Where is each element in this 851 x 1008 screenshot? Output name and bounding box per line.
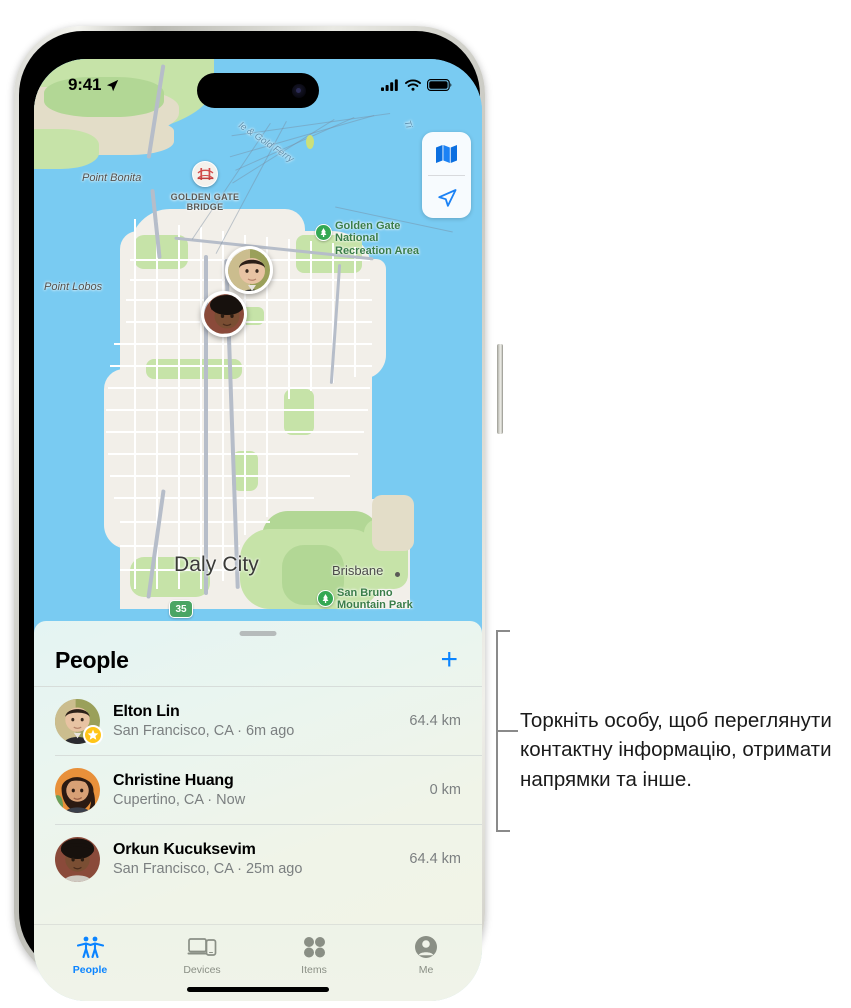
map-label-brisbane: Brisbane	[332, 563, 384, 578]
tab-devices-label: Devices	[183, 964, 221, 976]
page-title: People	[55, 646, 129, 673]
ggnra-park-icon	[315, 224, 332, 241]
avatar	[55, 836, 100, 882]
dynamic-island	[197, 73, 319, 108]
map-label-daly-city: Daly City	[174, 553, 259, 576]
locate-me-button[interactable]	[422, 176, 471, 218]
cellular-bars-icon	[381, 79, 398, 91]
bridge-icon	[197, 167, 213, 180]
person-name: Christine Huang	[113, 772, 234, 789]
tree-icon	[320, 228, 327, 237]
person-distance: 64.4 km	[409, 851, 461, 867]
person-distance: 64.4 km	[409, 713, 461, 729]
power-button[interactable]	[497, 344, 503, 434]
tab-devices[interactable]: Devices	[146, 933, 258, 976]
map-label-san-bruno: San Bruno Mountain Park	[337, 587, 413, 612]
phone-screen: Point Bonita Point Lobos le & Gold Ferry…	[34, 59, 482, 1001]
map-view[interactable]: Point Bonita Point Lobos le & Gold Ferry…	[34, 59, 482, 624]
person-name: Orkun Kucuksevim	[113, 841, 256, 858]
items-icon	[303, 933, 326, 961]
san-bruno-park-icon	[317, 590, 334, 607]
person-info: Orkun Kucuksevim San Francisco, CA · 25m…	[113, 841, 399, 877]
phone-frame: Point Bonita Point Lobos le & Gold Ferry…	[14, 26, 503, 1001]
front-camera	[292, 83, 306, 98]
brisbane-dot	[395, 572, 400, 577]
avatar-orkun-image	[55, 836, 100, 882]
route-shield-35: 35	[169, 600, 193, 618]
person-name: Elton Lin	[113, 703, 180, 720]
tab-items[interactable]: Items	[258, 933, 370, 976]
avatar	[55, 767, 100, 813]
tab-items-label: Items	[301, 964, 327, 976]
add-person-button[interactable]: +	[437, 645, 461, 675]
star-badge-icon	[83, 724, 103, 745]
avatar-christine-image	[55, 767, 100, 813]
status-time: 9:41	[68, 75, 102, 94]
map-label-ferry-route-2: Ti	[402, 119, 415, 130]
table-row[interactable]: Orkun Kucuksevim San Francisco, CA · 25m…	[34, 825, 482, 893]
tab-people[interactable]: People	[34, 933, 146, 976]
status-indicators	[381, 79, 452, 91]
people-sheet: People + Elton Lin San Francisco, CA · 6…	[34, 621, 482, 1001]
tab-me[interactable]: Me	[370, 933, 482, 976]
person-subtitle: Cupertino, CA · Now	[113, 792, 246, 808]
table-row[interactable]: Christine Huang Cupertino, CA · Now 0 km	[34, 756, 482, 824]
person-subtitle: San Francisco, CA · 6m ago	[113, 723, 295, 739]
map-controls	[422, 132, 471, 218]
map-label-point-bonita: Point Bonita	[82, 172, 142, 184]
golden-gate-bridge-pin[interactable]	[192, 161, 218, 187]
status-time-group: 9:41	[68, 75, 119, 95]
tree-icon	[322, 594, 329, 603]
tab-me-label: Me	[418, 964, 434, 976]
screenshot-root: Point Bonita Point Lobos le & Gold Ferry…	[0, 0, 851, 1008]
sheet-grabber[interactable]	[239, 631, 277, 636]
navigation-arrow-icon	[437, 188, 456, 207]
map-label-point-lobos: Point Lobos	[44, 281, 103, 293]
map-avatar-pin-orkun[interactable]	[201, 291, 247, 337]
location-arrow-icon	[107, 79, 119, 91]
map-mode-button[interactable]	[422, 132, 471, 175]
devices-icon	[187, 933, 217, 961]
wifi-icon	[405, 79, 421, 91]
star-icon	[87, 729, 99, 740]
callout-text: Торкніть особу, щоб переглянути контактн…	[520, 709, 832, 791]
folded-map-icon	[436, 144, 457, 163]
map-label-golden-gate-bridge: GOLDEN GATE BRIDGE	[170, 192, 240, 213]
avatar	[55, 698, 103, 745]
person-info: Christine Huang Cupertino, CA · Now	[113, 772, 420, 808]
person-distance: 0 km	[429, 782, 461, 798]
home-indicator[interactable]	[187, 987, 329, 992]
person-info: Elton Lin San Francisco, CA · 6m ago	[113, 703, 399, 739]
person-circle-icon	[414, 933, 438, 961]
battery-icon	[427, 79, 452, 91]
tab-people-label: People	[72, 964, 108, 976]
table-row[interactable]: Elton Lin San Francisco, CA · 6m ago 64.…	[34, 687, 482, 755]
map-label-ggnra: Golden Gate National Recreation Area	[335, 220, 419, 257]
people-icon	[76, 933, 104, 961]
map-avatar-pin-elton[interactable]	[225, 246, 273, 294]
person-subtitle: San Francisco, CA · 25m ago	[113, 861, 303, 877]
